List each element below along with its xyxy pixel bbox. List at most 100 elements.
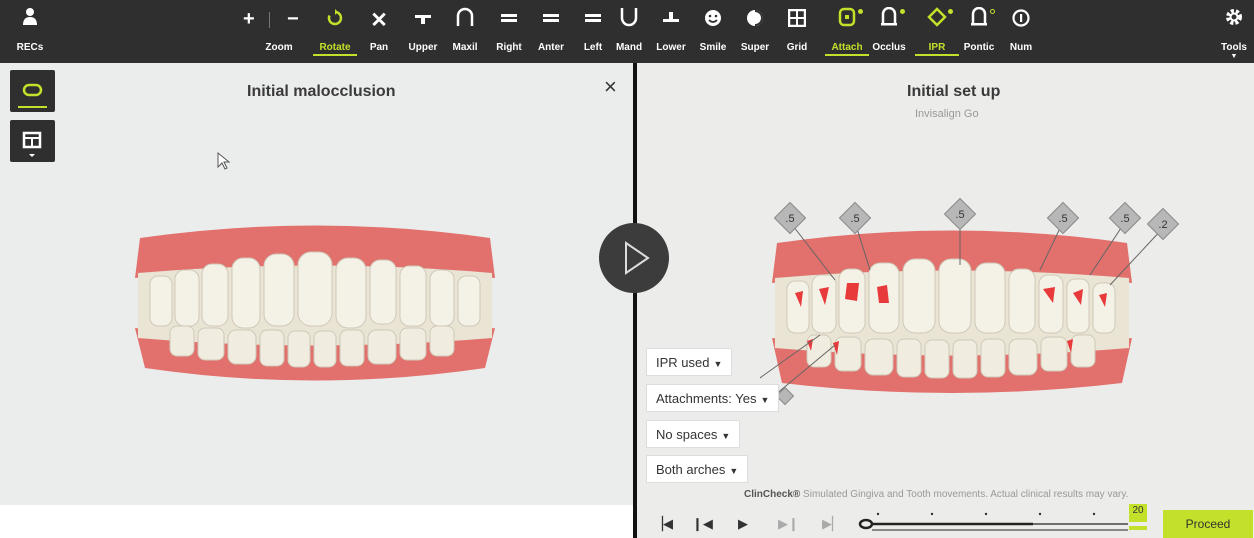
arches-dropdown[interactable]: Both arches ▼	[646, 455, 749, 483]
smile-label: Smile	[699, 42, 727, 53]
layout-menu-button[interactable]	[10, 120, 55, 162]
zoom-button[interactable]: Zoom	[257, 14, 301, 53]
ipr-value-6: .2	[1158, 219, 1167, 231]
rotate-icon	[313, 6, 357, 36]
stage-number-badge: 20	[1129, 504, 1147, 518]
gear-icon	[1212, 6, 1254, 36]
ipr-diamond-2[interactable]: .5	[838, 201, 872, 235]
num-button[interactable]: Num	[999, 6, 1043, 53]
grid-icon	[775, 6, 819, 36]
mand-icon	[607, 6, 651, 36]
anter-icon	[529, 6, 573, 36]
ipr-value-1: .5	[785, 213, 794, 225]
ipr-diamond-6[interactable]: .2	[1146, 207, 1180, 241]
layout-icon	[22, 131, 42, 157]
occlus-button[interactable]: Occlus	[867, 6, 911, 53]
lower-label: Lower	[656, 42, 686, 53]
pan-label: Pan	[369, 42, 389, 53]
attach-button[interactable]: Attach	[825, 6, 869, 56]
arches-dropdown-label: Both arches	[656, 462, 726, 477]
upper-label: Upper	[408, 42, 438, 53]
play-animation-button[interactable]	[599, 223, 669, 293]
pontic-indicator-dot	[990, 9, 995, 14]
pontic-label: Pontic	[963, 42, 995, 53]
attachments-dropdown[interactable]: Attachments: Yes ▼	[646, 384, 780, 412]
ipr-label: IPR	[915, 42, 959, 56]
ipr-diamond-5[interactable]: .5	[1108, 201, 1142, 235]
maxil-label: Maxil	[452, 42, 478, 53]
ipr-dropdown-label: IPR used	[656, 355, 710, 370]
ipr-dropdown[interactable]: IPR used ▼	[646, 348, 733, 376]
lower-icon	[649, 6, 693, 36]
user-icon	[8, 6, 52, 36]
num-label: Num	[1009, 42, 1033, 53]
maxil-button[interactable]: Maxil	[443, 6, 487, 53]
rotate-button[interactable]: Rotate	[313, 6, 357, 56]
close-icon[interactable]: ×	[604, 74, 617, 100]
ipr-callouts: .5 .5 .5 .5 .5 .2	[760, 197, 1180, 411]
pan-button[interactable]: ✕ Pan	[357, 6, 401, 53]
anter-label: Anter	[537, 42, 565, 53]
grid-label: Grid	[786, 42, 808, 53]
smile-button[interactable]: Smile	[691, 6, 735, 53]
lower-button[interactable]: Lower	[649, 6, 693, 53]
pontic-button[interactable]: Pontic	[957, 6, 1001, 53]
mand-button[interactable]: Mand	[607, 6, 651, 53]
grid-button[interactable]: Grid	[775, 6, 819, 53]
step-back-icon[interactable]: ❙◀	[692, 516, 713, 532]
anter-button[interactable]: Anter	[529, 6, 573, 53]
ipr-value-3: .5	[955, 209, 964, 221]
super-button[interactable]: Super	[733, 6, 777, 53]
skip-to-start-icon[interactable]: ▕◀	[653, 516, 673, 532]
step-forward-icon[interactable]: ▶❙	[778, 516, 799, 532]
smile-icon	[691, 6, 735, 36]
aligner-view-icon	[18, 83, 47, 108]
right-pane-title: Initial set up	[907, 83, 1001, 100]
zoom-label: Zoom	[265, 42, 293, 53]
play-icon	[625, 241, 650, 275]
disclaimer-body: Simulated Gingiva and Tooth movements. A…	[800, 489, 1129, 500]
disclaimer-text: ClinCheck® Simulated Gingiva and Tooth m…	[744, 489, 1128, 500]
skip-to-end-icon[interactable]: ▶▏	[822, 516, 842, 532]
occlus-indicator-dot	[900, 9, 905, 14]
maxil-icon	[443, 6, 487, 36]
pan-icon: ✕	[370, 9, 388, 32]
zoom-in-icon[interactable]: +	[243, 8, 255, 31]
attach-indicator-dot	[858, 9, 863, 14]
right-icon	[487, 6, 531, 36]
attachments-dropdown-label: Attachments: Yes	[656, 391, 757, 406]
attach-label: Attach	[825, 42, 869, 56]
ipr-indicator-dot	[948, 9, 953, 14]
proceed-button[interactable]: Proceed	[1163, 510, 1253, 538]
super-label: Super	[740, 42, 770, 53]
right-pane-subtitle: Invisalign Go	[915, 108, 979, 120]
left-pane-title: Initial malocclusion	[247, 83, 396, 100]
chevron-down-icon: ▼	[729, 466, 739, 476]
rotate-label: Rotate	[313, 42, 357, 56]
stage-timeline-slider[interactable]	[858, 506, 1148, 538]
top-toolbar: RECs + − Zoom Rotate ✕ Pan Upper Maxil R…	[0, 0, 1254, 63]
view-toggle-button[interactable]	[10, 70, 55, 112]
mouse-cursor-icon	[217, 151, 231, 170]
ipr-diamond-3[interactable]: .5	[943, 197, 977, 231]
tools-button[interactable]: Tools ▼	[1212, 6, 1254, 60]
chevron-down-icon: ▼	[713, 359, 723, 369]
mand-label: Mand	[615, 42, 643, 53]
upper-button[interactable]: Upper	[401, 6, 445, 53]
ipr-value-5: .5	[1120, 213, 1129, 225]
num-icon	[999, 6, 1043, 36]
recs-label: RECs	[16, 42, 44, 53]
play-icon-small[interactable]: ▶	[738, 516, 748, 532]
left-viewport[interactable]: Initial malocclusion	[0, 63, 633, 505]
right-label: Right	[496, 42, 522, 53]
ipr-value-4: .5	[1058, 213, 1067, 225]
disclaimer-brand: ClinCheck®	[744, 489, 801, 500]
right-button[interactable]: Right	[487, 6, 531, 53]
chevron-down-icon: ▼	[721, 431, 731, 441]
spaces-dropdown[interactable]: No spaces ▼	[646, 420, 741, 448]
ipr-button[interactable]: IPR	[915, 6, 959, 56]
recs-button[interactable]: RECs	[8, 6, 52, 53]
spaces-dropdown-label: No spaces	[656, 427, 718, 442]
ipr-diamond-4[interactable]: .5	[1046, 201, 1080, 235]
ipr-diamond-1[interactable]: .5	[773, 201, 807, 235]
